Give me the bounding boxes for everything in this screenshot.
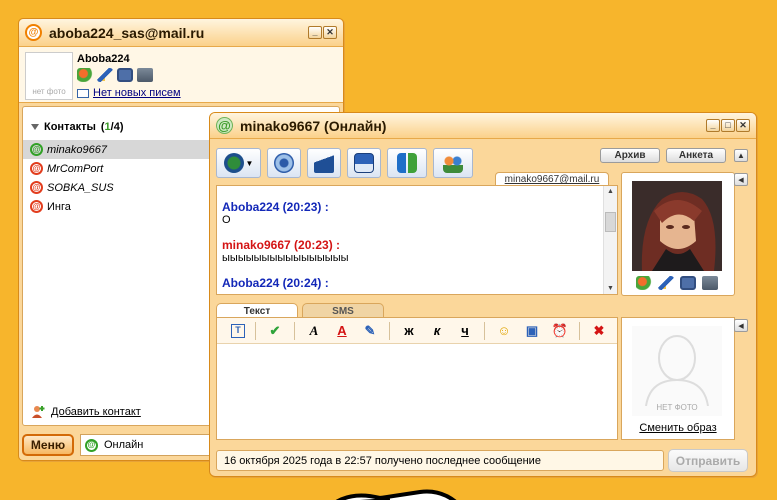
no-photo-silhouette-icon xyxy=(645,335,709,406)
scroll-up-icon[interactable]: ▲ xyxy=(607,188,614,195)
camera-icon[interactable] xyxy=(680,276,696,290)
minimize-button[interactable]: _ xyxy=(308,26,322,39)
close-button[interactable]: ✕ xyxy=(736,119,750,132)
close-button[interactable]: ✕ xyxy=(323,26,337,39)
group-users-icon xyxy=(443,153,463,173)
info-button[interactable] xyxy=(387,148,427,178)
spellcheck-icon[interactable]: ✔ xyxy=(266,323,284,339)
save-button[interactable] xyxy=(347,148,381,178)
pin-icon[interactable]: ▲ xyxy=(734,149,748,162)
menu-button[interactable]: Меню xyxy=(22,434,74,456)
group-chat-button[interactable] xyxy=(433,148,473,178)
send-button[interactable]: Отправить xyxy=(668,449,748,472)
tab-text[interactable]: Текст xyxy=(216,303,298,318)
edit-pencil-icon[interactable] xyxy=(97,68,113,82)
mail-agent-logo-icon: @ xyxy=(25,24,42,41)
new-mail-link[interactable]: Нет новых писем xyxy=(77,87,181,99)
archive-button[interactable]: Архив xyxy=(600,148,660,163)
message-text: ыыыыыыыыыыыыыыыы xyxy=(222,252,349,264)
message-input[interactable] xyxy=(217,345,617,441)
italic-button[interactable]: к xyxy=(428,323,446,338)
scroll-down-icon[interactable]: ▼ xyxy=(607,285,614,292)
online-status-icon: @ xyxy=(85,438,98,452)
users-icon[interactable] xyxy=(77,68,93,82)
tv-icon[interactable]: ▣ xyxy=(523,323,541,339)
formatting-toolbar: T ✔ A A ✎ ж к ч ☺ ▣ ⏰ ✖ xyxy=(217,318,617,344)
chat-toolbar: ▼ xyxy=(216,148,473,178)
bold-button[interactable]: ж xyxy=(400,323,418,338)
contact-photo-panel xyxy=(621,172,735,296)
users-icon[interactable] xyxy=(636,276,652,290)
envelope-icon xyxy=(77,88,89,98)
my-avatar[interactable]: НЕТ ФОТО xyxy=(632,326,722,416)
message-author: minako9667 (20:23) : xyxy=(222,238,341,252)
change-image-link[interactable]: Сменить образ xyxy=(622,422,734,434)
offline-status-icon: @ xyxy=(30,162,43,175)
message-author: Aboba224 (20:24) : xyxy=(222,276,329,290)
phone-call-icon xyxy=(223,153,244,173)
offline-status-icon: @ xyxy=(30,181,43,194)
webcam-icon xyxy=(274,153,294,173)
webcam-button[interactable] xyxy=(267,148,301,178)
contact-email-link[interactable]: minako9667@mail.ru xyxy=(495,172,609,186)
underline-button[interactable]: ч xyxy=(456,323,474,338)
online-status-icon: @ xyxy=(30,143,43,156)
desktop-art xyxy=(335,489,457,500)
font-icon[interactable]: A xyxy=(305,323,323,339)
online-status-icon: @ xyxy=(216,117,233,134)
message-author: Aboba224 (20:23) : xyxy=(222,200,329,214)
message-text: О xyxy=(222,214,231,226)
compose-tabs: Текст SMS xyxy=(216,303,384,318)
chat-history[interactable]: Aboba224 (20:23) : О minako9667 (20:23) … xyxy=(216,185,618,295)
call-button[interactable]: ▼ xyxy=(216,148,261,178)
add-person-icon xyxy=(32,406,45,418)
chat-title: minako9667 (Онлайн) xyxy=(240,117,387,134)
scrollbar-thumb[interactable] xyxy=(605,212,616,232)
camera-icon[interactable] xyxy=(117,68,133,82)
clear-icon[interactable]: ✖ xyxy=(590,323,608,339)
video-camera-icon[interactable] xyxy=(702,276,718,290)
chess-knight-icon xyxy=(314,153,334,173)
video-camera-icon[interactable] xyxy=(137,68,153,82)
chat-status-bar: 16 октября 2025 года в 22:57 получено по… xyxy=(216,450,664,471)
contact-avatar-image[interactable] xyxy=(632,181,722,271)
highlight-icon[interactable]: ✎ xyxy=(361,323,379,339)
profile-button[interactable]: Анкета xyxy=(666,148,726,163)
chat-window: @ minako9667 (Онлайн) _ □ ✕ ▼ Архив Анке… xyxy=(209,112,757,477)
offline-status-icon: @ xyxy=(30,200,43,213)
tab-sms[interactable]: SMS xyxy=(302,303,384,318)
chat-titlebar[interactable]: @ minako9667 (Онлайн) _ □ ✕ xyxy=(210,113,756,139)
contact-list-title: aboba224_sas@mail.ru xyxy=(49,24,205,41)
chevron-down-icon: ▼ xyxy=(245,158,254,168)
chat-scrollbar[interactable]: ▲ ▼ xyxy=(603,186,617,294)
compose-panel: T ✔ A A ✎ ж к ч ☺ ▣ ⏰ ✖ xyxy=(216,317,618,440)
maximize-button[interactable]: □ xyxy=(721,119,735,132)
expand-triangle-icon xyxy=(31,123,39,130)
edit-pencil-icon[interactable] xyxy=(658,276,674,290)
profile-name: Aboba224 xyxy=(77,53,130,65)
info-transfer-icon xyxy=(397,153,417,173)
my-photo-panel: НЕТ ФОТО Сменить образ xyxy=(621,317,735,440)
avatar[interactable]: нет фото xyxy=(25,52,73,100)
text-color-icon[interactable]: A xyxy=(333,323,351,338)
collapse-left-icon[interactable]: ◀ xyxy=(734,319,748,332)
floppy-disk-icon xyxy=(354,153,374,173)
minimize-button[interactable]: _ xyxy=(706,119,720,132)
contact-list-titlebar[interactable]: @ aboba224_sas@mail.ru _ ✕ xyxy=(19,19,343,47)
alarm-clock-icon[interactable]: ⏰ xyxy=(551,323,569,339)
smiley-icon[interactable]: ☺ xyxy=(495,323,513,338)
collapse-left-icon[interactable]: ◀ xyxy=(734,173,748,186)
profile-panel: нет фото Aboba224 Нет новых писем xyxy=(19,47,343,103)
translit-icon[interactable]: T xyxy=(231,323,245,338)
games-button[interactable] xyxy=(307,148,341,178)
add-contact-link[interactable]: Добавить контакт xyxy=(31,405,141,419)
